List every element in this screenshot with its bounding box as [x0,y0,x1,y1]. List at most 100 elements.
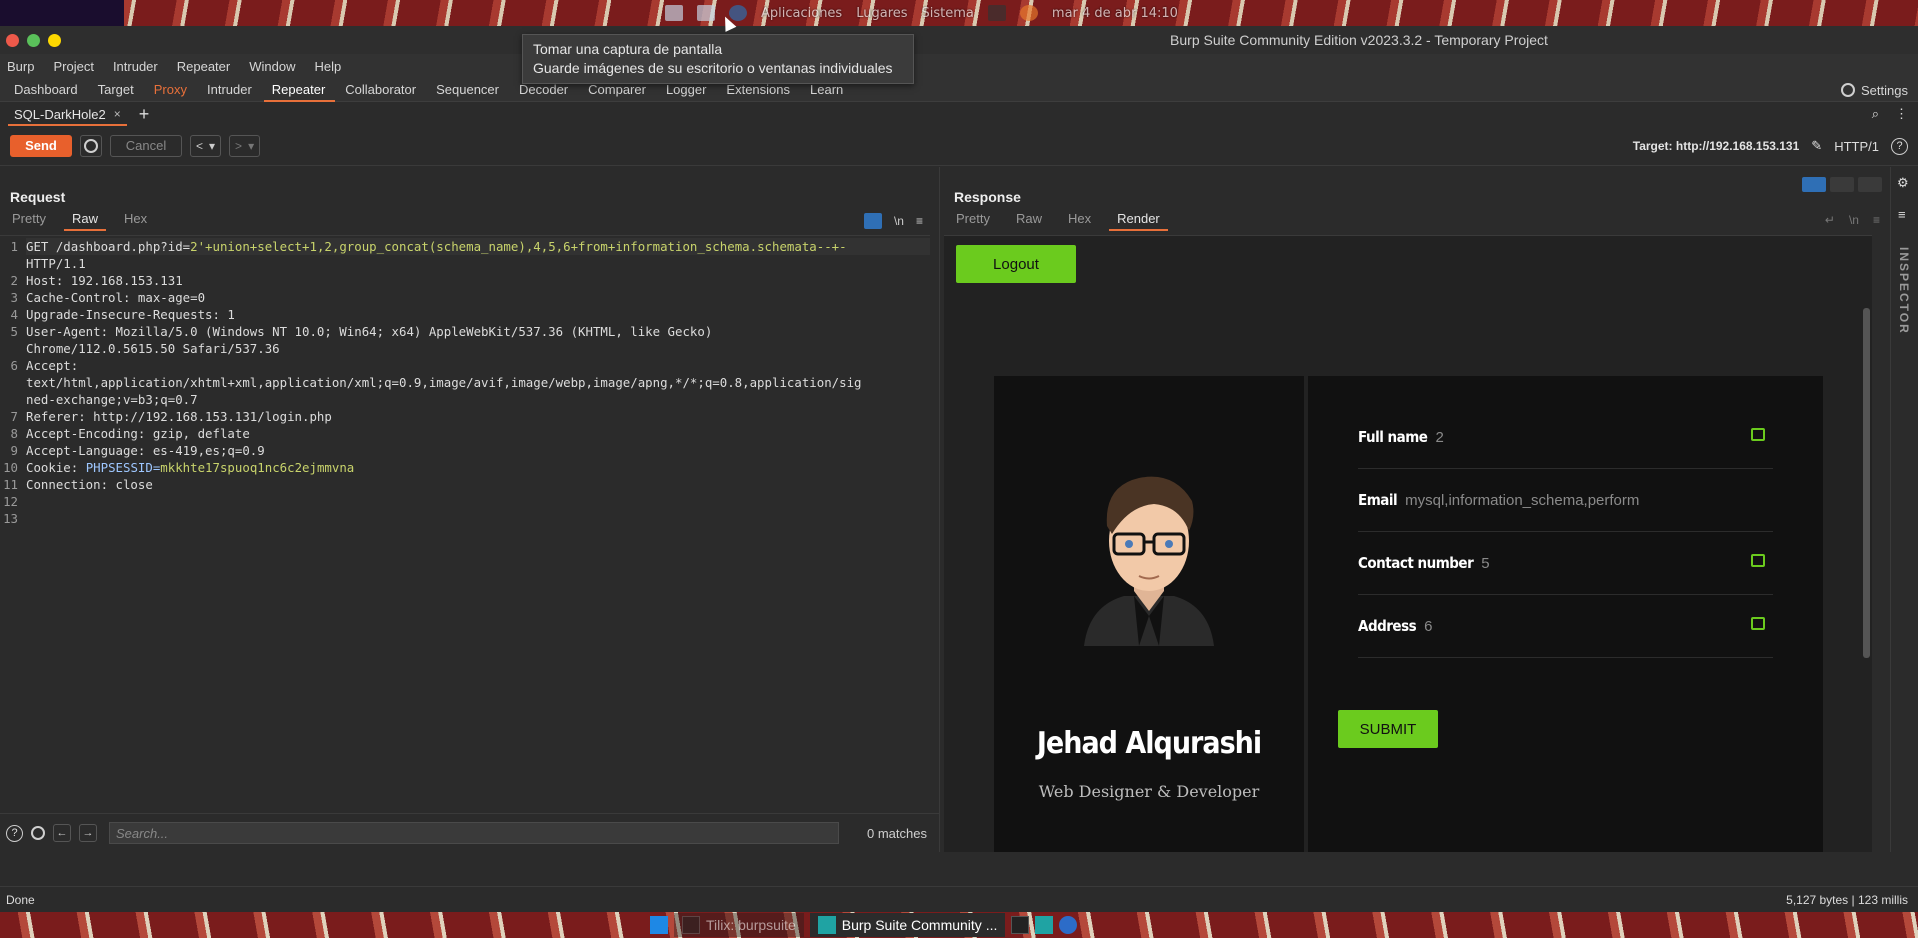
newline-toggle-icon[interactable]: \n [1849,213,1859,227]
clock[interactable]: mar 4 de abr 14:10 [1052,6,1178,21]
send-button[interactable]: Send [10,134,72,157]
field-value[interactable]: mysql,information_schema,perform [1405,492,1655,509]
menu-places[interactable]: Lugares [856,6,907,21]
taskbar-item-burp[interactable]: Burp Suite Community ... [809,913,1006,937]
code-line[interactable]: Connection: close [26,476,930,493]
code-line[interactable]: text/html,application/xhtml+xml,applicat… [26,374,930,391]
code-line[interactable]: Accept-Encoding: gzip, deflate [26,425,930,442]
menu-project[interactable]: Project [53,59,93,74]
newline-toggle[interactable]: \n [894,214,904,228]
code-line[interactable]: Cache-Control: max-age=0 [26,289,930,306]
logout-button[interactable]: Logout [956,245,1076,283]
code-line[interactable]: User-Agent: Mozilla/5.0 (Windows NT 10.0… [26,323,930,340]
menu-applications[interactable]: Aplicaciones [761,6,842,21]
history-back-button[interactable]: < ▾ [190,134,222,157]
repeater-tab-sql-darkhole2[interactable]: SQL-DarkHole2 × [8,102,127,126]
response-view-options: ↵ \n ≡ [1825,213,1880,227]
layout-tabs-icon[interactable] [1858,177,1882,192]
tab-dashboard[interactable]: Dashboard [14,78,94,102]
line-number: 1 [10,239,18,254]
edit-icon[interactable] [1751,554,1765,567]
code-line[interactable]: Accept-Language: es-419,es;q=0.9 [26,442,930,459]
menu-repeater[interactable]: Repeater [177,59,230,74]
tab-repeater[interactable]: Repeater [263,78,341,102]
more-options-icon[interactable]: ⋮ [1895,106,1908,122]
history-forward-button[interactable]: > ▾ [229,134,261,157]
workspace-3-icon[interactable] [1059,916,1078,934]
response-stats: 5,127 bytes | 123 millis [1786,892,1908,907]
terminal-icon[interactable] [987,5,1006,21]
code-line[interactable]: Host: 192.168.153.131 [26,272,930,289]
help-icon[interactable]: ? [6,824,23,842]
wrap-lines-icon[interactable] [863,213,882,229]
taskbar-item-tilix[interactable]: Tilix: burpsuite [674,913,804,937]
tab-sequencer[interactable]: Sequencer [436,78,515,102]
code-line[interactable]: Accept: [26,357,930,374]
response-tab-render[interactable]: Render [1109,211,1168,231]
search-input[interactable]: Search... [109,822,839,844]
workspace-1-icon[interactable] [1011,916,1030,934]
burp-icon [817,916,836,934]
menu-icon[interactable]: ≡ [1873,213,1880,227]
code-line[interactable]: Upgrade-Insecure-Requests: 1 [26,306,930,323]
field-value[interactable]: 2 [1435,429,1685,446]
request-editor[interactable]: 1 2 3 4 5 6 7 8 9 10 11 12 13 GET /dashboard.php?id=… [0,235,930,813]
files-icon[interactable] [665,5,683,21]
tab-proxy[interactable]: Proxy [154,78,203,102]
field-value[interactable]: 6 [1424,618,1674,635]
show-desktop-icon[interactable] [650,916,668,934]
request-code[interactable]: GET /dashboard.php?id=2'+union+select+1,… [26,238,930,527]
workspace-2-icon[interactable] [1035,916,1054,934]
search-prev-button[interactable]: ← [53,824,71,842]
tab-target[interactable]: Target [98,78,150,102]
menu-window[interactable]: Window [249,59,295,74]
list-icon[interactable]: ≡ [1898,207,1906,222]
response-tab-pretty[interactable]: Pretty [952,211,994,231]
search-icon[interactable]: ⌕ [1872,106,1879,122]
screenshot-tooltip: Tomar una captura de pantalla Guarde imá… [522,34,914,84]
search-next-button[interactable]: → [79,824,97,842]
request-tab-hex[interactable]: Hex [120,211,151,231]
menu-help[interactable]: Help [314,59,341,74]
code-line[interactable]: Chrome/112.0.5615.50 Safari/537.36 [26,340,930,357]
render-scrollbar[interactable] [1863,308,1870,658]
inspector-label[interactable]: INSPECTOR [1897,247,1911,335]
http-version[interactable]: HTTP/1 [1834,139,1879,154]
submit-button[interactable]: SUBMIT [1338,710,1438,748]
code-line[interactable]: GET /dashboard.php?id=2'+union+select+1,… [26,238,930,255]
help-icon[interactable]: ? [1891,137,1908,155]
request-tab-raw[interactable]: Raw [63,211,107,231]
menu-icon[interactable]: ≡ [916,214,923,228]
menu-system[interactable]: Sistema [922,6,974,21]
field-value[interactable]: 5 [1481,555,1731,572]
close-tab-icon[interactable]: × [114,107,121,121]
edit-icon[interactable] [1751,428,1765,441]
code-line[interactable]: HTTP/1.1 [26,255,930,272]
code-line[interactable]: Cookie: PHPSESSID=mkkhte17spuoq1nc6c2ejm… [26,459,930,476]
menu-burp[interactable]: Burp [7,59,34,74]
send-options-button[interactable] [80,134,102,157]
code-line[interactable] [26,510,930,527]
tab-collaborator[interactable]: Collaborator [345,78,432,102]
request-tab-pretty[interactable]: Pretty [8,211,50,231]
gear-icon[interactable] [31,826,45,840]
response-tab-raw[interactable]: Raw [1012,211,1046,231]
tab-intruder[interactable]: Intruder [207,78,268,102]
edit-icon[interactable] [1751,617,1765,630]
cancel-button[interactable]: Cancel [110,134,182,157]
code-line[interactable]: Referer: http://192.168.153.131/login.ph… [26,408,930,425]
edit-target-icon[interactable]: ✎ [1811,138,1822,154]
gear-icon[interactable]: ⚙ [1897,175,1909,191]
layout-top-bottom-icon[interactable] [1830,177,1854,192]
add-tab-icon[interactable]: + [139,104,150,125]
layout-side-by-side-icon[interactable] [1802,177,1826,192]
code-line[interactable]: ned-exchange;v=b3;q=0.7 [26,391,930,408]
taskbar-item-label: Tilix: burpsuite [706,917,796,933]
response-tab-hex[interactable]: Hex [1064,211,1095,231]
firefox-icon[interactable] [1019,5,1038,21]
settings-button[interactable]: Settings [1841,78,1908,102]
menu-intruder[interactable]: Intruder [113,59,158,74]
wrap-lines-icon[interactable]: ↵ [1825,213,1835,227]
code-line[interactable] [26,493,930,510]
screenshot-icon[interactable] [697,5,715,21]
